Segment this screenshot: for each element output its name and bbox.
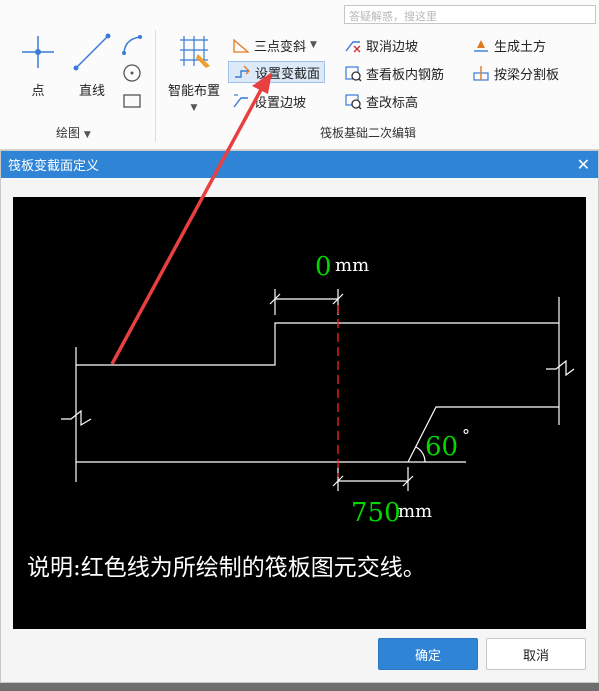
smart-layout-button[interactable]: 智能布置 ▼ <box>162 32 226 114</box>
edit-elevation-button[interactable]: 查改标高 <box>344 90 418 112</box>
offset-value[interactable]: 0 <box>315 252 332 282</box>
offset-unit: mm <box>335 255 369 276</box>
three-point-slope-icon <box>232 36 250 54</box>
edit-elevation-icon <box>344 92 362 110</box>
set-variable-section-button[interactable]: 设置变截面 <box>228 61 326 83</box>
search-input[interactable]: 答疑解惑，搜这里 <box>344 5 596 24</box>
line-icon <box>73 33 111 71</box>
section-diagram: 0 mm 60 ° 750 mm 说明:红色线为所绘制的筏板图元交线。 <box>13 197 586 629</box>
variable-section-dialog: 筏板变截面定义 ✕ 0 mm 60 ° 750 mm 说明:红色线为所绘制的筏板… <box>0 150 599 683</box>
cancel-button[interactable]: 取消 <box>486 638 586 670</box>
set-side-slope-button[interactable]: 设置边坡 <box>232 90 306 112</box>
width-unit: mm <box>398 501 432 522</box>
arc-button[interactable] <box>121 34 143 60</box>
section-drawing: 0 mm 60 ° 750 mm 说明:红色线为所绘制的筏板图元交线。 <box>27 252 575 581</box>
arc-icon <box>122 35 142 55</box>
line-button[interactable]: 直线 <box>72 32 112 99</box>
split-by-beam-icon <box>472 64 490 82</box>
point-label: 点 <box>31 84 45 99</box>
angle-unit: ° <box>462 426 470 445</box>
edit-group-label: 筏板基础二次编辑 <box>320 126 417 140</box>
generate-earthwork-button[interactable]: 生成土方 <box>472 34 546 56</box>
chevron-down-icon: ▼ <box>310 40 317 50</box>
line-label: 直线 <box>78 84 105 99</box>
chevron-down-icon: ▼ <box>83 130 91 140</box>
close-icon[interactable]: ✕ <box>577 155 590 174</box>
ribbon-toolbar: 答疑解惑，搜这里 点 直线 绘图 ▼ 智能布置 ▼ 三点变斜 ▼ 设置变截面 设… <box>0 0 599 150</box>
set-variable-section-icon <box>233 63 251 81</box>
cancel-side-slope-button[interactable]: 取消边坡 <box>344 34 418 56</box>
dialog-titlebar[interactable]: 筏板变截面定义 ✕ <box>1 151 598 178</box>
smart-layout-label: 智能布置 <box>167 84 220 99</box>
angle-value[interactable]: 60 <box>425 432 458 462</box>
width-value[interactable]: 750 <box>351 498 401 528</box>
ok-button[interactable]: 确定 <box>378 638 478 670</box>
group-divider <box>155 30 156 142</box>
set-side-slope-icon <box>232 92 250 110</box>
rectangle-button[interactable] <box>121 90 143 116</box>
draw-group-label[interactable]: 绘图 ▼ <box>56 124 91 141</box>
dialog-title: 筏板变截面定义 <box>8 159 100 174</box>
point-icon <box>22 36 54 68</box>
circle-icon <box>123 64 141 82</box>
point-button[interactable]: 点 <box>20 32 56 99</box>
circle-button[interactable] <box>121 62 143 88</box>
smart-layout-icon <box>180 36 210 68</box>
rectangle-icon <box>123 94 141 108</box>
generate-earthwork-icon <box>472 36 490 54</box>
three-point-slope-button[interactable]: 三点变斜 ▼ <box>232 34 317 56</box>
right-break-symbol <box>546 359 575 377</box>
chevron-down-icon: ▼ <box>190 103 198 113</box>
view-rebar-button[interactable]: 查看板内钢筋 <box>344 62 444 84</box>
slab-top-edge <box>76 322 559 366</box>
view-rebar-icon <box>344 64 362 82</box>
diagram-note: 说明:红色线为所绘制的筏板图元交线。 <box>27 555 426 581</box>
taskbar-strip <box>0 683 599 691</box>
split-by-beam-button[interactable]: 按梁分割板 <box>472 62 559 84</box>
cancel-side-slope-icon <box>344 36 362 54</box>
